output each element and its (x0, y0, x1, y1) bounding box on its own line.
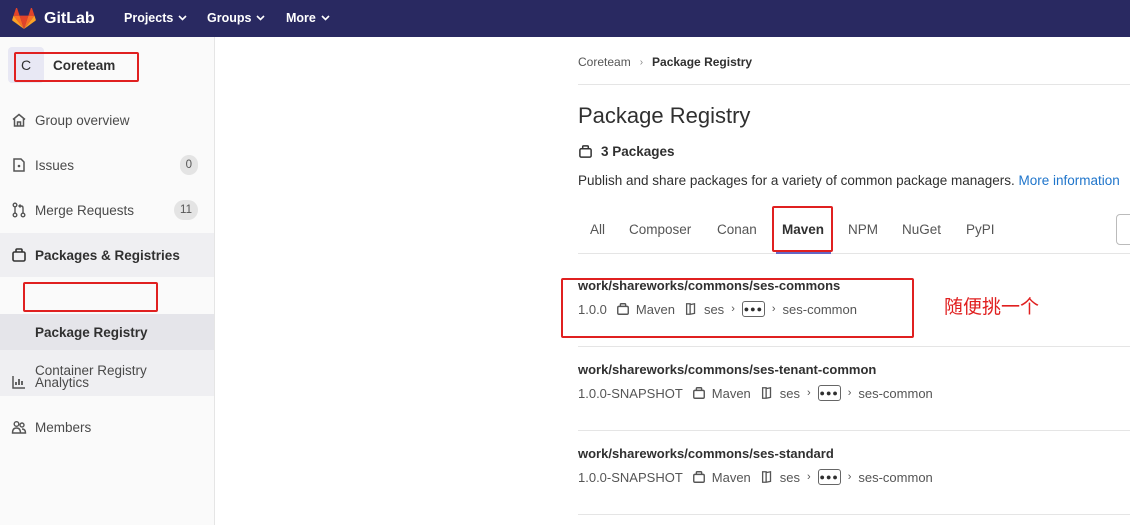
sidebar-item-label: Packages & Registries (35, 247, 180, 263)
book-icon (685, 302, 696, 315)
chevron-right-icon: › (771, 303, 776, 315)
package-row[interactable]: work/shareworks/commons/ses-commons 1.0.… (578, 263, 1130, 347)
sidebar: C Coreteam Group overview Issues 0 Merge… (0, 37, 215, 525)
nav-more-dropdown[interactable]: More (286, 11, 330, 25)
package-count: 3 Packages (578, 144, 675, 159)
package-type: Maven (635, 301, 675, 317)
tab-conan[interactable]: Conan (717, 222, 757, 237)
group-avatar: C (8, 47, 44, 83)
sidebar-item-packages-registries[interactable]: Packages & Registries (0, 233, 214, 277)
chevron-down-icon (256, 15, 266, 21)
issues-count-badge: 0 (179, 155, 198, 175)
chevron-right-icon: › (807, 471, 811, 483)
ellipsis-button[interactable]: ●●● (741, 301, 765, 317)
package-name-link[interactable]: work/shareworks/commons/ses-commons (578, 278, 840, 293)
breadcrumb-current[interactable]: Package Registry (652, 55, 752, 69)
package-version: 1.0.0 (578, 301, 607, 317)
sidebar-item-issues[interactable]: Issues 0 (0, 143, 214, 187)
page-description: Publish and share packages for a variety… (578, 173, 1120, 188)
book-icon (761, 470, 771, 483)
sidebar-item-label: Members (35, 419, 92, 435)
sidebar-item-group-overview[interactable]: Group overview (0, 98, 214, 142)
gitlab-logo-link[interactable]: GitLab (12, 7, 95, 30)
tab-maven[interactable]: Maven (782, 222, 824, 237)
package-type-tabs: All Composer Conan Maven NPM NuGet PyPI (578, 212, 1130, 254)
tab-nuget[interactable]: NuGet (902, 222, 941, 237)
sidebar-item-members[interactable]: Members (0, 405, 214, 449)
gitlab-logo-text: GitLab (44, 9, 95, 27)
book-icon (761, 386, 771, 399)
breadcrumb-separator-icon: › (639, 56, 644, 68)
annotation-note: 随便挑一个 (944, 296, 1040, 318)
package-path-end[interactable]: ses-common (858, 470, 932, 485)
sidebar-item-label: Merge Requests (35, 202, 135, 218)
package-meta: 1.0.0 Maven ses › ●●● › ses-common (578, 301, 857, 317)
package-project-link[interactable]: ses (780, 470, 800, 485)
chevron-down-icon (321, 15, 330, 21)
package-icon (10, 246, 28, 264)
package-meta: 1.0.0-SNAPSHOT Maven ses › ●●● › ses-com… (578, 385, 933, 401)
breadcrumb-group-link[interactable]: Coreteam (578, 55, 631, 69)
tab-pypi[interactable]: PyPI (966, 222, 995, 237)
nav-more-label: More (286, 11, 316, 25)
package-version: 1.0.0-SNAPSHOT (578, 469, 683, 485)
package-row[interactable]: work/shareworks/commons/ses-standard 1.0… (578, 431, 1130, 515)
sidebar-subitem-package-registry[interactable]: Package Registry (35, 325, 148, 340)
group-context-header[interactable]: C Coreteam (8, 47, 140, 83)
package-type: Maven (711, 469, 751, 485)
chevron-right-icon: › (847, 471, 852, 483)
chevron-right-icon: › (847, 387, 852, 399)
sidebar-item-label: Issues (35, 157, 75, 173)
package-path-end[interactable]: ses-common (858, 386, 932, 401)
sort-dropdown-button[interactable] (1116, 214, 1130, 245)
package-name-link[interactable]: work/shareworks/commons/ses-standard (578, 446, 834, 461)
tab-npm[interactable]: NPM (848, 222, 878, 237)
merge-requests-count-badge: 11 (174, 200, 198, 220)
package-icon (692, 387, 705, 399)
package-name-link[interactable]: work/shareworks/commons/ses-tenant-commo… (578, 362, 876, 377)
chart-icon (10, 373, 28, 391)
package-project-link[interactable]: ses (704, 302, 724, 317)
users-icon (10, 418, 28, 436)
nav-projects-dropdown[interactable]: Projects (124, 11, 187, 25)
ellipsis-button[interactable]: ●●● (817, 469, 841, 485)
home-icon (10, 111, 28, 129)
ellipsis-button[interactable]: ●●● (817, 385, 841, 401)
issues-icon (10, 156, 28, 174)
package-row[interactable]: work/shareworks/commons/ses-tenant-commo… (578, 347, 1130, 431)
sidebar-item-merge-requests[interactable]: Merge Requests 11 (0, 188, 214, 232)
active-tab-underline (776, 252, 831, 254)
package-path-end[interactable]: ses-common (783, 302, 857, 317)
breadcrumb: Coreteam › Package Registry (578, 55, 752, 69)
package-project-link[interactable]: ses (780, 386, 800, 401)
chevron-right-icon: › (807, 387, 811, 399)
page-title: Package Registry (578, 103, 751, 128)
package-version: 1.0.0-SNAPSHOT (578, 385, 683, 401)
package-icon (692, 471, 705, 483)
package-count-label: 3 Packages (601, 144, 675, 159)
nav-groups-label: Groups (207, 11, 252, 25)
nav-groups-dropdown[interactable]: Groups (207, 11, 266, 25)
sidebar-item-analytics[interactable]: Analytics (0, 360, 214, 404)
chevron-right-icon: › (731, 303, 735, 315)
gitlab-logo-icon (12, 7, 36, 29)
sidebar-item-label: Group overview (35, 112, 130, 128)
more-information-link[interactable]: More information (1019, 173, 1120, 188)
package-icon (579, 145, 592, 158)
package-icon (616, 303, 629, 315)
tab-composer[interactable]: Composer (629, 222, 691, 237)
package-type: Maven (711, 385, 751, 401)
sidebar-item-label: Analytics (35, 374, 90, 390)
chevron-down-icon (178, 15, 187, 21)
page-description-text: Publish and share packages for a variety… (578, 173, 1015, 188)
group-name: Coreteam (53, 58, 116, 73)
package-meta: 1.0.0-SNAPSHOT Maven ses › ●●● › ses-com… (578, 469, 933, 485)
tab-all[interactable]: All (590, 222, 605, 237)
breadcrumb-divider (578, 84, 1130, 85)
nav-projects-label: Projects (124, 11, 174, 25)
top-navbar: GitLab Projects Groups More (0, 0, 1130, 37)
merge-request-icon (10, 201, 28, 219)
